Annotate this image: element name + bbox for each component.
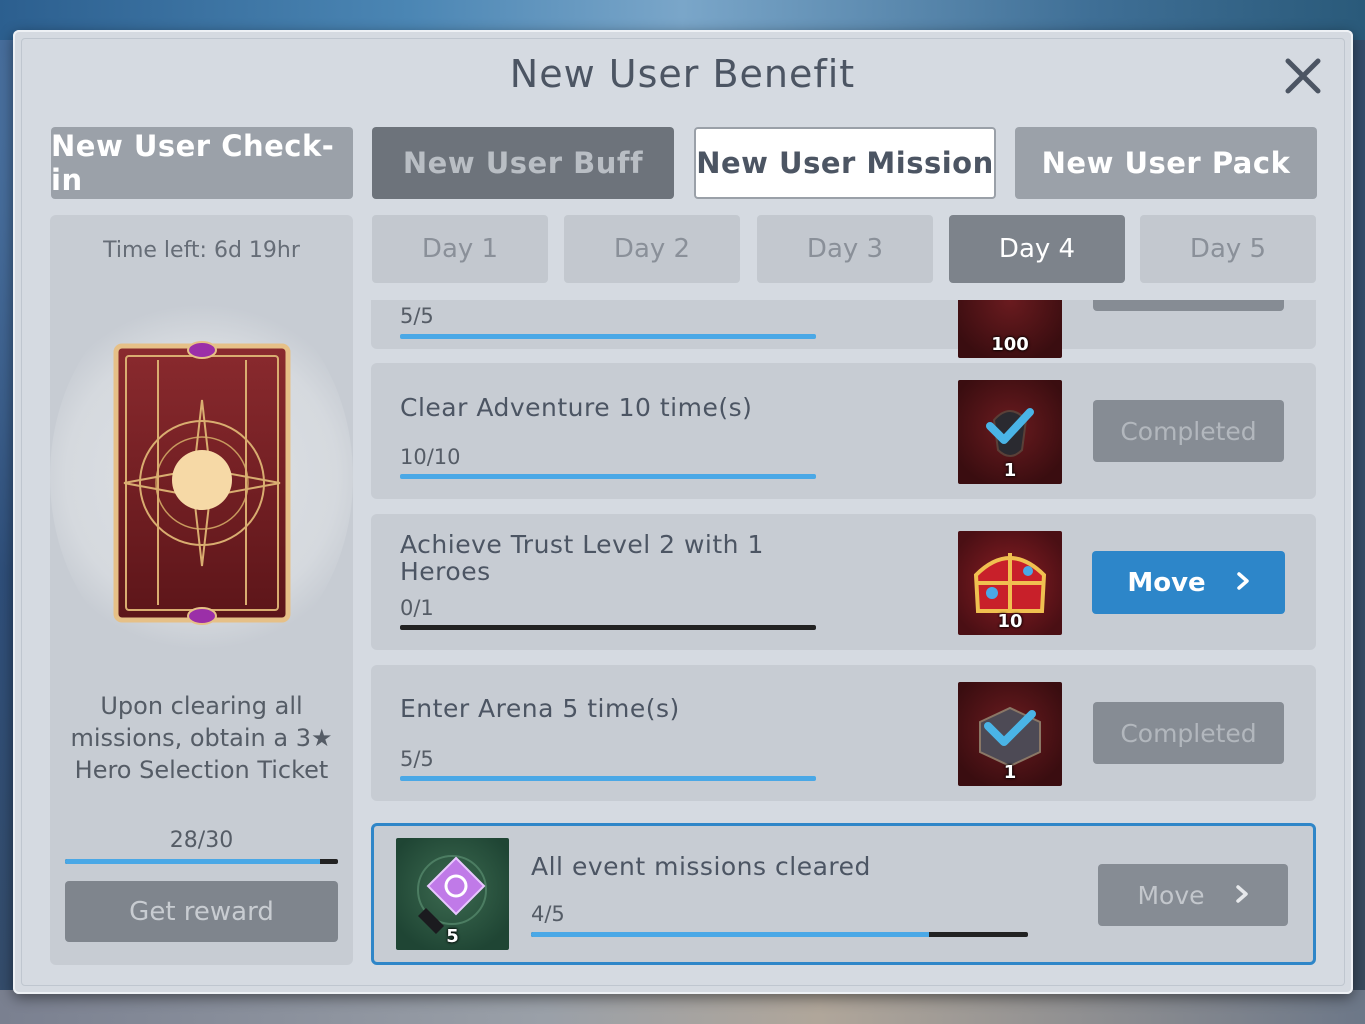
summary-progress-fill bbox=[531, 932, 929, 937]
mission-row: 5/5 100 bbox=[371, 300, 1316, 358]
get-reward-button[interactable]: Get reward bbox=[65, 881, 338, 942]
completed-button[interactable]: Completed bbox=[1093, 400, 1284, 462]
completed-button[interactable]: Completed bbox=[1093, 702, 1284, 764]
background-scene-bottom bbox=[0, 990, 1365, 1024]
reward-quantity: 5 bbox=[446, 926, 459, 947]
reward-item-claimed-icon[interactable]: 1 bbox=[958, 380, 1062, 484]
reward-quantity: 1 bbox=[1003, 762, 1017, 783]
day-tab-1[interactable]: Day 1 bbox=[372, 215, 548, 283]
close-icon[interactable] bbox=[1282, 55, 1324, 97]
mission-progress-fill bbox=[400, 334, 816, 339]
summary-progress-bar bbox=[531, 932, 1028, 937]
sidebar-progress-fill bbox=[65, 859, 320, 864]
sidebar-description: Upon clearing all missions, obtain a 3★ … bbox=[70, 692, 333, 784]
mission-list[interactable]: 5/5 100 Clear Adventure 10 time(s) 10/10… bbox=[371, 300, 1317, 810]
day-tab-2[interactable]: Day 2 bbox=[564, 215, 740, 283]
sidebar-progress-count: 28/30 bbox=[169, 828, 234, 853]
mission-name: Enter Arena 5 time(s) bbox=[400, 694, 680, 723]
summary-move-button[interactable]: Move bbox=[1098, 864, 1288, 926]
hero-selection-card-image bbox=[110, 340, 294, 626]
mission-row: Clear Adventure 10 time(s) 10/10 1 Compl… bbox=[371, 363, 1316, 499]
mission-progress-text: 5/5 bbox=[400, 747, 434, 771]
day-tab-3[interactable]: Day 3 bbox=[757, 215, 933, 283]
tab-new-user-pack[interactable]: New User Pack bbox=[1015, 127, 1317, 199]
time-left-label: Time left: 6d 19hr bbox=[103, 238, 300, 263]
mission-row: Enter Arena 5 time(s) 5/5 1 Completed bbox=[371, 665, 1316, 801]
hero-ticket-icon[interactable]: 5 bbox=[396, 838, 509, 950]
mission-progress-bar bbox=[400, 474, 816, 479]
mission-progress-text: 10/10 bbox=[400, 445, 461, 469]
tab-new-user-buff[interactable]: New User Buff bbox=[372, 127, 674, 199]
day-tab-4[interactable]: Day 4 bbox=[949, 215, 1125, 283]
partially-visible-reward-icon: 100 bbox=[958, 300, 1062, 358]
mission-row: Achieve Trust Level 2 with 1 Heroes 0/1 … bbox=[371, 514, 1316, 650]
reward-box-claimed-icon[interactable]: 1 bbox=[958, 682, 1062, 786]
tab-new-user-check-in[interactable]: New User Check-in bbox=[51, 127, 353, 199]
mission-progress-fill bbox=[400, 474, 816, 479]
dialog-title: New User Benefit bbox=[509, 52, 856, 96]
day-tab-5[interactable]: Day 5 bbox=[1140, 215, 1316, 283]
mission-progress-text: 0/1 bbox=[400, 596, 434, 620]
summary-name: All event missions cleared bbox=[531, 852, 871, 881]
tab-new-user-mission[interactable]: New User Mission bbox=[694, 127, 996, 199]
reward-quantity: 100 bbox=[991, 334, 1029, 355]
chevron-right-icon bbox=[1235, 881, 1249, 910]
sidebar-progress-bar bbox=[65, 859, 338, 864]
all-missions-summary: 5 All event missions cleared 4/5 Move bbox=[371, 823, 1316, 965]
mission-progress-bar bbox=[400, 776, 816, 781]
mission-action-button[interactable] bbox=[1093, 300, 1284, 311]
mission-progress-bar bbox=[400, 334, 816, 339]
mission-progress-fill bbox=[400, 776, 816, 781]
mission-progress-bar bbox=[400, 625, 816, 630]
reward-quantity: 10 bbox=[997, 611, 1023, 632]
mission-name: Clear Adventure 10 time(s) bbox=[400, 393, 753, 422]
reward-quantity: 1 bbox=[1003, 460, 1017, 481]
mission-progress-text: 5/5 bbox=[400, 304, 434, 328]
treasure-chest-icon[interactable]: 10 bbox=[958, 531, 1062, 635]
chevron-right-icon bbox=[1236, 568, 1250, 598]
move-button-label: Move bbox=[1127, 567, 1206, 598]
move-button-label: Move bbox=[1137, 880, 1205, 910]
summary-progress-text: 4/5 bbox=[531, 902, 565, 926]
move-button[interactable]: Move bbox=[1092, 551, 1285, 614]
mission-name: Achieve Trust Level 2 with 1 Heroes bbox=[400, 530, 764, 586]
